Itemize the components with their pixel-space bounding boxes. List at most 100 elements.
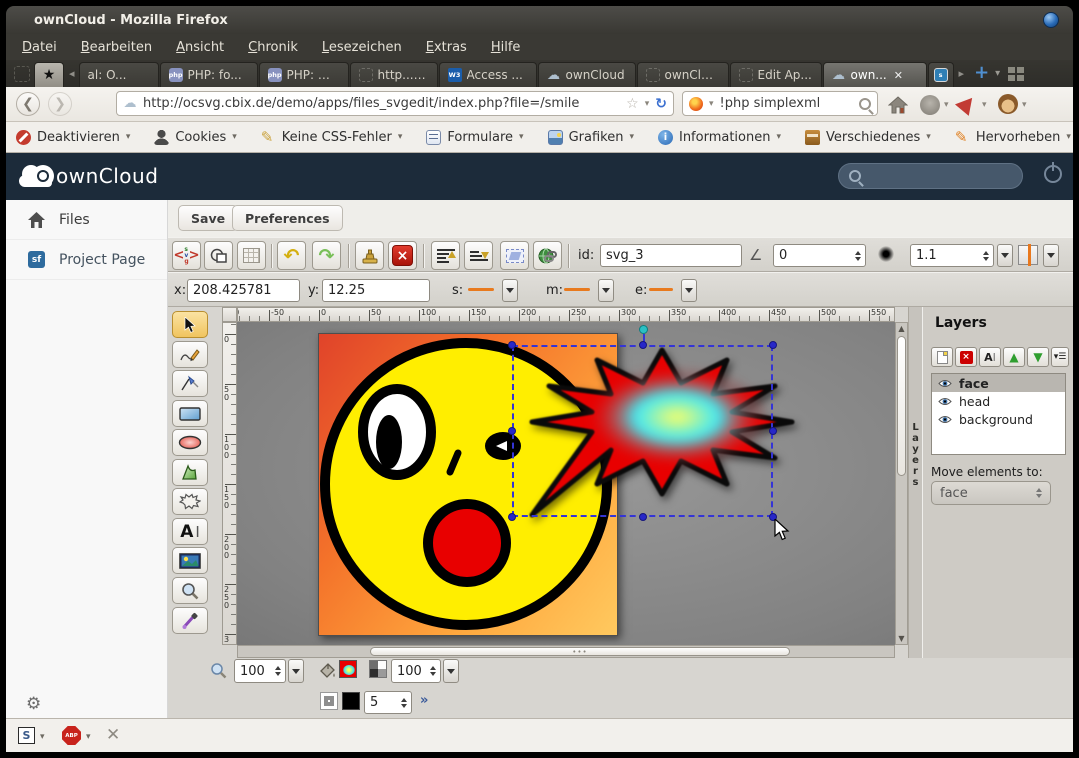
text-tool[interactable]: A I — [172, 518, 208, 545]
browser-tab[interactable]: W3Access ... — [439, 62, 537, 87]
search-go-icon[interactable] — [859, 98, 871, 110]
devbar-item-form[interactable]: Formulare▾ — [426, 130, 523, 145]
menu-item-extras[interactable]: Extras — [426, 40, 467, 55]
pencil-tool[interactable] — [172, 341, 208, 368]
tab-close-icon[interactable]: ✕ — [894, 69, 903, 82]
menu-item-lesezeichen[interactable]: Lesezeichen — [322, 40, 402, 55]
eye-visibility-icon[interactable] — [938, 379, 952, 388]
search-text[interactable]: !php simplexml — [720, 96, 853, 111]
devbar-item-highlight[interactable]: Hervorheben▾ — [955, 130, 1071, 145]
menu-item-ansicht[interactable]: Ansicht — [176, 40, 224, 55]
redo-button[interactable]: ↷ — [312, 241, 341, 270]
move-to-top-button[interactable] — [431, 241, 460, 270]
rotation-handle[interactable] — [639, 325, 648, 334]
noscript-dropdown-icon[interactable]: ▾ — [40, 732, 45, 742]
menu-item-hilfe[interactable]: Hilfe — [491, 40, 521, 55]
stroke-width-spinner[interactable] — [398, 692, 409, 713]
blur-input[interactable]: 1.1 — [910, 244, 994, 267]
zoom-input[interactable]: 100 — [234, 659, 286, 683]
marker-mid-dropdown[interactable] — [598, 279, 614, 302]
menu-item-chronik[interactable]: Chronik — [248, 40, 298, 55]
blur-spinner[interactable] — [980, 245, 991, 266]
fill-color-swatch[interactable] — [339, 660, 357, 678]
selection-handle-e[interactable] — [769, 427, 777, 435]
url-text[interactable]: http://ocsvg.cbix.de/demo/apps/files_svg… — [143, 96, 620, 111]
addon-monkey-dropdown-icon[interactable]: ▾ — [1022, 100, 1027, 110]
ellipse-tool[interactable] — [172, 429, 208, 456]
selection-handle-sw[interactable] — [508, 513, 516, 521]
line-tool[interactable] — [172, 370, 208, 397]
search-engine-dropdown-icon[interactable]: ▾ — [709, 99, 714, 109]
canvas-hscrollbar[interactable]: ••• — [237, 645, 895, 658]
browser-tab[interactable]: phpPHP: fo... — [160, 62, 258, 87]
devbar-item-image[interactable]: Grafiken▾ — [548, 130, 634, 145]
devbar-item-info[interactable]: iInformationen▾ — [658, 130, 781, 145]
browser-tab[interactable]: http...php — [350, 62, 438, 87]
status-close-icon[interactable]: ✕ — [106, 725, 120, 745]
selection-bounding-box[interactable] — [512, 345, 773, 517]
hscroll-thumb[interactable]: ••• — [370, 647, 790, 656]
selection-handle-n[interactable] — [639, 341, 647, 349]
vscroll-up-icon[interactable]: ▲ — [896, 324, 907, 333]
opacity-spinner[interactable] — [427, 660, 438, 682]
bookmark-star-tab[interactable]: ★ — [34, 62, 64, 87]
sidebar-item-project-page[interactable]: sf Project Page — [6, 240, 167, 280]
undo-button[interactable]: ↶ — [277, 241, 306, 270]
owncloud-search-input[interactable] — [838, 163, 1023, 189]
addon-moth-icon[interactable] — [920, 95, 940, 115]
tab-scroll-right-icon[interactable]: ▸ — [959, 67, 965, 80]
menu-item-datei[interactable]: Datei — [22, 40, 57, 55]
angle-input[interactable]: 0 — [773, 244, 866, 267]
devbar-item-box[interactable]: Verschiedenes▾ — [805, 130, 931, 145]
x-input[interactable]: 208.425781 — [187, 279, 300, 302]
stroke-width-input[interactable]: 5 — [364, 691, 412, 714]
zoom-dropdown[interactable] — [288, 659, 304, 683]
layer-menu-button[interactable]: ▾☰ — [1051, 347, 1069, 367]
home-icon[interactable] — [888, 96, 908, 114]
search-bar[interactable]: ▾ !php simplexml — [682, 91, 878, 116]
y-input[interactable]: 12.25 — [322, 279, 430, 302]
sidebar-item-files[interactable]: Files — [6, 200, 167, 240]
settings-gear-icon[interactable]: ⚙ — [26, 694, 41, 714]
window-menu-orb-icon[interactable] — [1043, 12, 1059, 28]
tab-scroll-left-icon[interactable]: ◂ — [69, 67, 75, 80]
layer-row-face[interactable]: face — [932, 374, 1065, 392]
opacity-dropdown[interactable] — [443, 659, 459, 683]
tab-placeholder-icon[interactable] — [14, 66, 30, 82]
browser-tab[interactable]: phpPHP: m... — [259, 62, 349, 87]
eye-visibility-icon[interactable] — [938, 397, 952, 406]
forward-button[interactable]: ❯ — [48, 92, 72, 116]
make-link-button[interactable] — [533, 241, 562, 270]
pinned-tab[interactable]: s — [928, 62, 954, 87]
tab-groups-icon[interactable] — [1008, 67, 1024, 81]
drawing-canvas[interactable] — [237, 322, 895, 645]
selection-handle-ne[interactable] — [769, 341, 777, 349]
eyedropper-tool[interactable] — [172, 607, 208, 634]
more-options-button[interactable]: » — [420, 693, 428, 708]
browser-tab[interactable]: ownClo... — [637, 62, 729, 87]
new-layer-button[interactable] — [931, 347, 953, 367]
browser-tab[interactable]: Edit Ap... — [730, 62, 822, 87]
move-to-bottom-button[interactable] — [464, 241, 493, 270]
url-dropdown-icon[interactable]: ▾ — [645, 99, 650, 109]
eye-visibility-icon[interactable] — [938, 415, 952, 424]
delete-layer-button[interactable]: × — [955, 347, 977, 367]
browser-tab[interactable]: ☁ownCloud — [538, 62, 636, 87]
browser-tab[interactable]: ☁own...✕ — [823, 62, 927, 87]
layers-collapse-strip[interactable]: L a y e r s — [908, 307, 922, 658]
canvas-vscrollbar[interactable]: ▲ ▼ — [895, 322, 908, 645]
path-tool[interactable] — [172, 459, 208, 486]
document-properties-button[interactable] — [204, 241, 233, 270]
browser-tab[interactable]: al: O... — [79, 62, 159, 87]
align-dropdown[interactable] — [1043, 244, 1059, 267]
move-elements-select[interactable]: face — [931, 481, 1051, 505]
layer-down-button[interactable]: ▼ — [1027, 347, 1049, 367]
shape-library-tool[interactable] — [172, 488, 208, 515]
vscroll-down-icon[interactable]: ▼ — [896, 634, 907, 643]
url-bar[interactable]: ☁ http://ocsvg.cbix.de/demo/apps/files_s… — [116, 91, 674, 116]
new-tab-button[interactable]: + — [974, 62, 989, 83]
bookmark-star-icon[interactable]: ☆ — [626, 96, 639, 112]
noscript-icon[interactable]: S — [18, 727, 35, 744]
layer-up-button[interactable]: ▲ — [1003, 347, 1025, 367]
blur-dropdown[interactable] — [997, 244, 1013, 267]
